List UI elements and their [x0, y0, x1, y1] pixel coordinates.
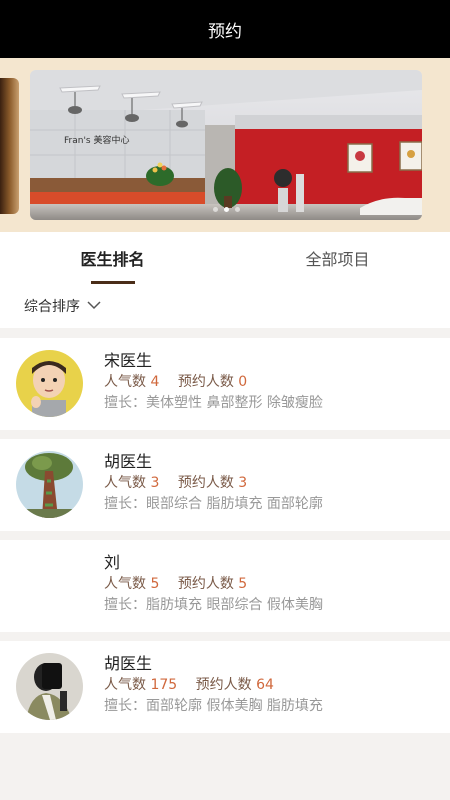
popularity-label: 人气数 [104, 576, 146, 592]
popularity-label: 人气数 [104, 374, 146, 390]
doctor-skills: 擅长：眼部综合 脂肪填充 面部轮廓 [104, 496, 323, 512]
doctor-skills: 擅长：脂肪填充 眼部综合 假体美胸 [104, 597, 323, 613]
banner-sign-text: Fran's 美容中心 [64, 134, 129, 146]
appointments-label: 预约人数 [177, 576, 234, 592]
doctor-list: 宋医生 人气数 4 预约人数 0 擅长：美体塑性 鼻部整形 除皱瘦脸 胡医生 人… [0, 338, 450, 742]
chevron-down-icon [86, 298, 102, 314]
doctor-card[interactable]: 胡医生 人气数 3 预约人数 3 擅长：眼部综合 脂肪填充 面部轮廓 [0, 439, 450, 531]
doctor-stats: 人气数 175 预约人数 64 [104, 675, 323, 696]
appointments-value: 64 [256, 677, 274, 693]
banner-slide-previous[interactable] [0, 78, 19, 214]
avatar [16, 653, 83, 720]
appointments-label: 预约人数 [177, 374, 234, 390]
sort-label: 综合排序 [24, 299, 80, 315]
tab-label: 全部项目 [305, 250, 370, 269]
tab-bar: 医生排名 全部项目 [0, 232, 450, 284]
appointments-label: 预约人数 [195, 677, 252, 693]
doctor-stats: 人气数 3 预约人数 3 [104, 473, 323, 494]
appointments-label: 预约人数 [177, 475, 234, 491]
doctor-card[interactable]: 胡医生 人气数 175 预约人数 64 擅长：面部轮廓 假体美胸 脂肪填充 [0, 641, 450, 733]
avatar [16, 451, 83, 518]
carousel-dot-active[interactable] [223, 207, 229, 212]
popularity-value: 175 [150, 677, 178, 693]
doctor-name: 宋医生 [104, 351, 153, 370]
doctor-stats: 人气数 5 预约人数 5 [104, 574, 323, 595]
doctor-skills: 擅长：美体塑性 鼻部整形 除皱瘦脸 [104, 395, 323, 411]
appointments-value: 0 [238, 374, 248, 390]
doctor-card[interactable]: 刘 人气数 5 预约人数 5 擅长：脂肪填充 眼部综合 假体美胸 [0, 540, 450, 632]
tab-label: 医生排名 [80, 250, 145, 269]
tab-all-projects[interactable]: 全部项目 [225, 232, 450, 284]
popularity-label: 人气数 [104, 475, 146, 491]
carousel-indicator [30, 207, 422, 212]
avatar [16, 350, 83, 417]
popularity-value: 4 [150, 374, 160, 390]
doctor-name: 胡医生 [104, 654, 153, 673]
avatar-placeholder [16, 552, 83, 619]
doctor-skills: 擅长：面部轮廓 假体美胸 脂肪填充 [104, 698, 323, 714]
doctor-card[interactable]: 宋医生 人气数 4 预约人数 0 擅长：美体塑性 鼻部整形 除皱瘦脸 [0, 338, 450, 430]
nav-bar: 预约 [0, 0, 450, 58]
popularity-value: 5 [150, 576, 160, 592]
doctor-stats: 人气数 4 预约人数 0 [104, 372, 323, 393]
tab-doctor-ranking[interactable]: 医生排名 [0, 232, 225, 284]
doctor-name: 胡医生 [104, 452, 153, 471]
salon-interior-image: Fran's 美容中心 [30, 70, 422, 220]
popularity-value: 3 [150, 475, 160, 491]
banner-slide-current[interactable]: Fran's 美容中心 [30, 70, 422, 220]
page-title: 预约 [208, 21, 242, 42]
sort-filter[interactable]: 综合排序 [0, 284, 450, 328]
appointments-value: 5 [238, 576, 248, 592]
carousel-dot[interactable] [212, 207, 218, 212]
popularity-label: 人气数 [104, 677, 146, 693]
banner-carousel[interactable]: Fran's 美容中心 [0, 58, 450, 232]
appointments-value: 3 [238, 475, 248, 491]
doctor-name: 刘 [104, 553, 121, 572]
carousel-dot[interactable] [234, 207, 240, 212]
